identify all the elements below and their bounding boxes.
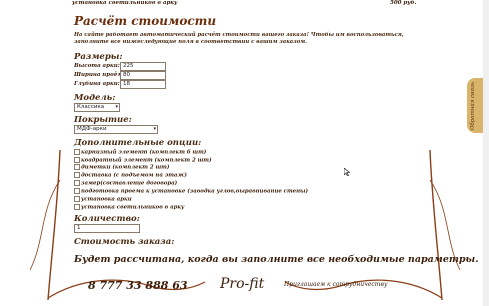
depth-input[interactable]: 18 xyxy=(120,80,166,89)
checkbox-icon[interactable] xyxy=(74,172,80,178)
chevron-down-icon: ▾ xyxy=(153,126,156,132)
chevron-down-icon: ▾ xyxy=(115,104,118,110)
sizes-heading: Размеры: xyxy=(74,52,123,62)
checkbox-icon[interactable] xyxy=(74,149,80,155)
invite-link[interactable]: Приглашаем к сотрудничеству xyxy=(284,281,387,288)
cursor-icon xyxy=(344,168,350,176)
option-checkbox[interactable]: установка светильников в арку xyxy=(74,204,184,211)
intro-text: На сайте работает автоматический расчёт … xyxy=(74,32,404,45)
height-label: Высота арки: xyxy=(74,63,120,69)
option-checkbox[interactable]: квадратный элемент (комплект 2 шт) xyxy=(74,157,212,164)
option-checkbox[interactable]: замер(составление договора) xyxy=(74,180,177,187)
footer: 8 777 33 888 63 Pro-fit Приглашаем к сот… xyxy=(0,270,489,306)
option-checkbox[interactable]: подготовка проема к установке (заводка у… xyxy=(74,188,308,195)
logo[interactable]: Pro-fit xyxy=(220,276,264,292)
cost-heading: Стоимость заказа: xyxy=(74,237,175,247)
option-checkbox[interactable]: карнизный элемент (комплект 6 шт) xyxy=(74,149,206,156)
options-heading: Дополнительные опции: xyxy=(74,138,202,148)
checkbox-icon[interactable] xyxy=(74,157,80,163)
checkbox-icon[interactable] xyxy=(74,188,80,194)
top-row-price: 500 руб. xyxy=(390,0,417,6)
checkbox-icon[interactable] xyxy=(74,164,80,170)
model-select[interactable]: Классика ▾ xyxy=(74,103,120,112)
coating-select[interactable]: МДФ-арки ▾ xyxy=(74,125,158,134)
option-checkbox[interactable]: доставка (с подъемом на этаж) xyxy=(74,172,187,179)
coating-selected: МДФ-арки xyxy=(77,126,107,132)
quantity-input[interactable]: 1 xyxy=(74,224,140,233)
top-row: установка светильников в арку 500 руб. xyxy=(72,0,472,9)
quantity-heading: Количество: xyxy=(74,214,140,224)
page-title: Расчёт стоимости xyxy=(74,14,217,28)
model-selected: Классика xyxy=(77,104,105,110)
top-row-item: установка светильников в арку xyxy=(72,0,178,6)
depth-label: Глубина арки: xyxy=(74,81,120,87)
coating-heading: Покрытие: xyxy=(74,115,132,125)
model-heading: Модель: xyxy=(74,93,116,103)
option-checkbox[interactable]: установка арки xyxy=(74,196,132,203)
checkbox-icon[interactable] xyxy=(74,204,80,210)
feedback-tab-label: Обратная связь xyxy=(470,82,476,131)
checkbox-icon[interactable] xyxy=(74,196,80,202)
height-input[interactable]: 225 xyxy=(120,62,166,71)
checkbox-icon[interactable] xyxy=(74,180,80,186)
phone-number[interactable]: 8 777 33 888 63 xyxy=(88,279,188,292)
option-checkbox[interactable]: диметки (комплект 2 шт) xyxy=(74,164,169,171)
cost-result: Будет рассчитана, когда вы заполните все… xyxy=(74,254,479,265)
width-input[interactable]: 80 xyxy=(120,71,166,80)
calculator-panel: установка светильников в арку 500 руб. Р… xyxy=(62,0,479,306)
scrollbar[interactable] xyxy=(483,0,489,306)
